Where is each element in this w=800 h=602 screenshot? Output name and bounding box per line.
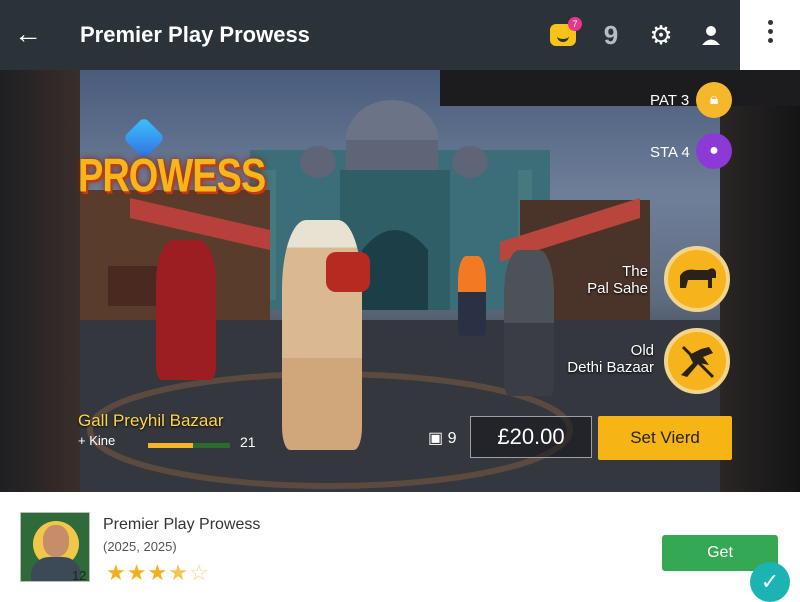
game-scene: PROWESS PAT 3 🔒︎ STA 4 ● The Pal Sahe Ol…	[0, 70, 800, 492]
game-logo-text: PROWESS	[78, 150, 266, 203]
red-scarf	[326, 252, 370, 292]
side-tag-sta: STA 4	[650, 144, 690, 161]
check-icon[interactable]: ✓	[750, 562, 790, 602]
mission-progress-fill	[148, 443, 194, 448]
location-label-line: Dethi Bazaar	[567, 359, 654, 376]
mission-progress-value: 21	[240, 434, 256, 450]
gear-icon[interactable]: ⚙	[646, 20, 676, 50]
side-tag-pat: PAT 3	[650, 92, 690, 109]
notification-badge: 7	[568, 17, 582, 31]
location-label-line: Old	[630, 342, 654, 359]
location-button-pal-sahe[interactable]	[664, 246, 730, 312]
mission-progress-bar	[148, 443, 230, 448]
location-label-line: Pal Sahe	[587, 280, 648, 297]
mission-subtitle: + Kine	[78, 433, 116, 448]
mission-title: Gall Preyhil Bazaar	[78, 411, 224, 430]
stamina-icon[interactable]: ●	[696, 133, 732, 169]
app-listing-panel: 12 Premier Play Prowess (2025, 2025) ★★★…	[0, 492, 800, 600]
location-label-pal-sahe: The Pal Sahe	[580, 263, 648, 297]
back-arrow-icon[interactable]: ←	[14, 20, 44, 50]
page-title: Premier Play Prowess	[80, 22, 310, 47]
lock-icon[interactable]: 🔒︎	[696, 82, 732, 118]
age-rating: 12	[72, 568, 87, 583]
animal-icon	[680, 268, 716, 288]
smile-notification-icon[interactable]: 7	[548, 17, 582, 50]
star-icon: ★	[168, 560, 189, 585]
right-pillar	[720, 70, 800, 492]
more-options-icon[interactable]	[766, 20, 774, 47]
app-years: (2025, 2025)	[103, 539, 177, 554]
thumbnail-head	[43, 525, 69, 557]
price-display: £20.00	[470, 416, 592, 458]
orange-shirt-character	[458, 256, 486, 336]
star-icon: ☆	[188, 560, 210, 585]
app-name: Premier Play Prowess	[103, 516, 261, 533]
star-icon: ★	[106, 560, 127, 585]
top-app-bar: ← Premier Play Prowess 7 9 ⚙	[0, 0, 800, 70]
runner-icon	[681, 345, 715, 379]
location-button-old-dethi-bazaar[interactable]	[664, 328, 730, 394]
roof-overhang	[440, 70, 800, 106]
location-label-old-dethi-bazaar: Old Dethi Bazaar	[560, 342, 654, 376]
ticket-count: 9	[447, 430, 457, 447]
profile-icon[interactable]	[696, 20, 726, 50]
ticket-counter: ▣ 9	[428, 428, 456, 448]
overflow-menu-area	[740, 0, 800, 70]
set-vierd-button[interactable]: Set Vierd	[598, 416, 732, 460]
grey-character	[504, 250, 554, 396]
ticket-icon: ▣	[428, 430, 444, 447]
star-icon: ★	[147, 560, 169, 585]
star-icon: ★	[126, 560, 148, 585]
woman-in-red-character	[156, 240, 216, 380]
location-pin-icon[interactable]: 9	[596, 20, 626, 50]
location-label-line: The	[622, 263, 648, 280]
star-rating: ★★★★☆	[106, 560, 210, 586]
left-pillar	[0, 70, 80, 492]
